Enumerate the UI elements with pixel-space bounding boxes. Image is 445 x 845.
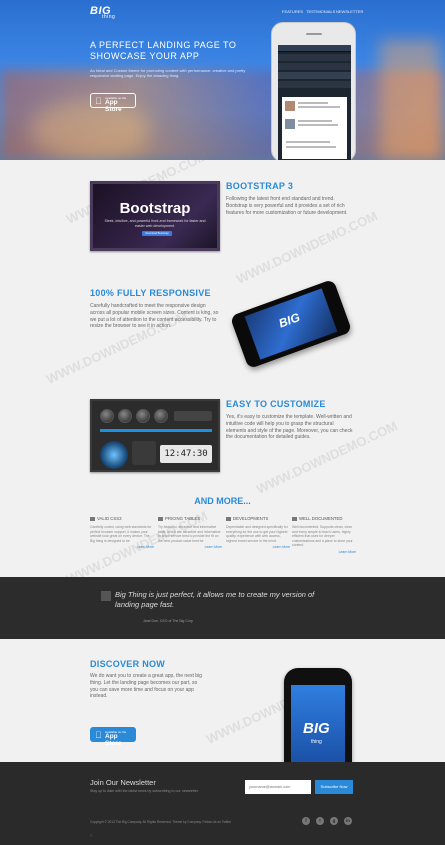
bootstrap-title: BOOTSTRAP 3	[226, 181, 294, 191]
facebook-icon[interactable]: f	[302, 817, 310, 825]
feature-text: Try beautiful, attractive and informativ…	[158, 525, 221, 543]
subscribe-button[interactable]: Subscribe Now	[315, 780, 353, 794]
phone-logo-subtext: thing	[311, 739, 322, 745]
testimonial-author: Jane Doe, CEO of The Big Corp	[143, 619, 193, 623]
linkedin-icon[interactable]: in	[344, 817, 352, 825]
bootstrap-image-title: Bootstrap	[119, 200, 191, 217]
feature-title: PRICING TABLES	[165, 516, 201, 521]
footer: Join Our Newsletter Stay up to date with…	[0, 762, 445, 845]
google-plus-icon[interactable]: g	[330, 817, 338, 825]
apple-icon: 	[95, 96, 102, 106]
feature-learn-more-link[interactable]: Learn More	[292, 550, 356, 554]
hero-description: An Ideal and Custom theme for promoting …	[90, 68, 246, 78]
customize-title: EASY TO CUSTOMIZE	[226, 399, 326, 409]
testimonial-quote: Big Thing is just perfect, it allows me …	[115, 590, 315, 609]
hero-title: A PERFECT LANDING PAGE TO SHOWCASE YOUR …	[90, 40, 237, 61]
feature-learn-more-link[interactable]: Learn More	[90, 545, 154, 549]
apple-icon: 	[95, 730, 102, 740]
feature-text: Dependable and designed specifically for…	[226, 525, 288, 543]
feature-developments: DEVELOPMENTS Dependable and designed spe…	[226, 516, 290, 549]
responsive-title: 100% FULLY RESPONSIVE	[90, 288, 211, 298]
feature-pricing-tables: PRICING TABLES Try beautiful, attractive…	[158, 516, 222, 549]
twitter-icon[interactable]: t	[316, 817, 324, 825]
feature-title: VALID CSS3	[97, 516, 122, 521]
phone-logo: BIG	[276, 310, 302, 331]
discover-app-store-button[interactable]:  Available on the App Store	[90, 727, 136, 747]
hero-background-glow	[380, 40, 440, 160]
logo-subtext: thing	[102, 14, 116, 20]
feature-title: DEVELOPMENTS	[233, 516, 269, 521]
bootstrap-screenshot: Bootstrap Sleek, intuitive, and powerful…	[90, 181, 220, 251]
feature-learn-more-link[interactable]: Learn More	[158, 545, 222, 549]
discover-title: DISCOVER NOW	[90, 659, 166, 669]
customize-description: Yes, it's easy to customize the template…	[226, 414, 353, 441]
customize-screenshot: 12:47:30	[90, 399, 220, 472]
discover-description: We do want you to create a great app, th…	[90, 673, 202, 700]
testimonial-section: Big Thing is just perfect, it allows me …	[0, 577, 445, 639]
table-icon	[158, 516, 163, 521]
watermark: WWW.DOWNDEMO.COM	[234, 208, 380, 287]
feature-learn-more-link[interactable]: Learn More	[226, 545, 290, 549]
feature-text: Well documented. Supports clean, clear a…	[292, 525, 353, 547]
responsive-description: Carefully handcrafted to meet the respon…	[90, 303, 219, 330]
more-features-title: AND MORE...	[194, 496, 251, 506]
newsletter-title: Join Our Newsletter	[90, 778, 156, 787]
copyright-text: Copyright © 2013 The Big Company. All Ri…	[90, 820, 232, 824]
bootstrap-image-button: Download Bootstrap	[142, 231, 172, 236]
hero-phone-image	[271, 22, 356, 160]
feature-text: Carefully coded, using web standards for…	[90, 525, 152, 543]
nav-link-testimonials[interactable]: TESTIMONIALS	[306, 9, 335, 14]
hero-section: BIG thing FEATURES TESTIMONIALS NEWSLETT…	[0, 0, 445, 160]
image-icon	[226, 516, 231, 521]
app-store-button[interactable]:  Available on the App Store	[90, 93, 136, 113]
responsive-phone-image: BIG	[229, 278, 353, 370]
bootstrap-image-button-label: Download Bootstrap	[145, 232, 169, 235]
phone-logo: BIG	[303, 720, 330, 737]
store-big-label: App Store	[105, 733, 122, 747]
customize-clock: 12:47:30	[160, 445, 212, 463]
feature-valid-css3: VALID CSS3 Carefully coded, using web st…	[90, 516, 154, 549]
newsletter-email-input[interactable]	[245, 780, 311, 794]
bootstrap-description: Following the latest front end standard …	[226, 196, 348, 216]
nav-link-newsletter[interactable]: NEWSLETTER	[336, 9, 363, 14]
site-logo[interactable]: BIG thing	[90, 5, 115, 20]
newsletter-description: Stay up to date with the latest news by …	[90, 789, 199, 793]
bottom-mark: ©	[90, 834, 93, 838]
document-icon	[292, 516, 297, 521]
bootstrap-image-subtitle: Sleek, intuitive, and powerful front-end…	[104, 219, 206, 228]
store-big-label: App Store	[105, 99, 122, 113]
quote-icon	[101, 591, 111, 601]
code-icon	[90, 516, 95, 521]
feature-title: WELL DOCUMENTED	[299, 516, 343, 521]
nav-link-features[interactable]: FEATURES	[282, 9, 303, 14]
feature-well-documented: WELL DOCUMENTED Well documented. Support…	[292, 516, 356, 554]
